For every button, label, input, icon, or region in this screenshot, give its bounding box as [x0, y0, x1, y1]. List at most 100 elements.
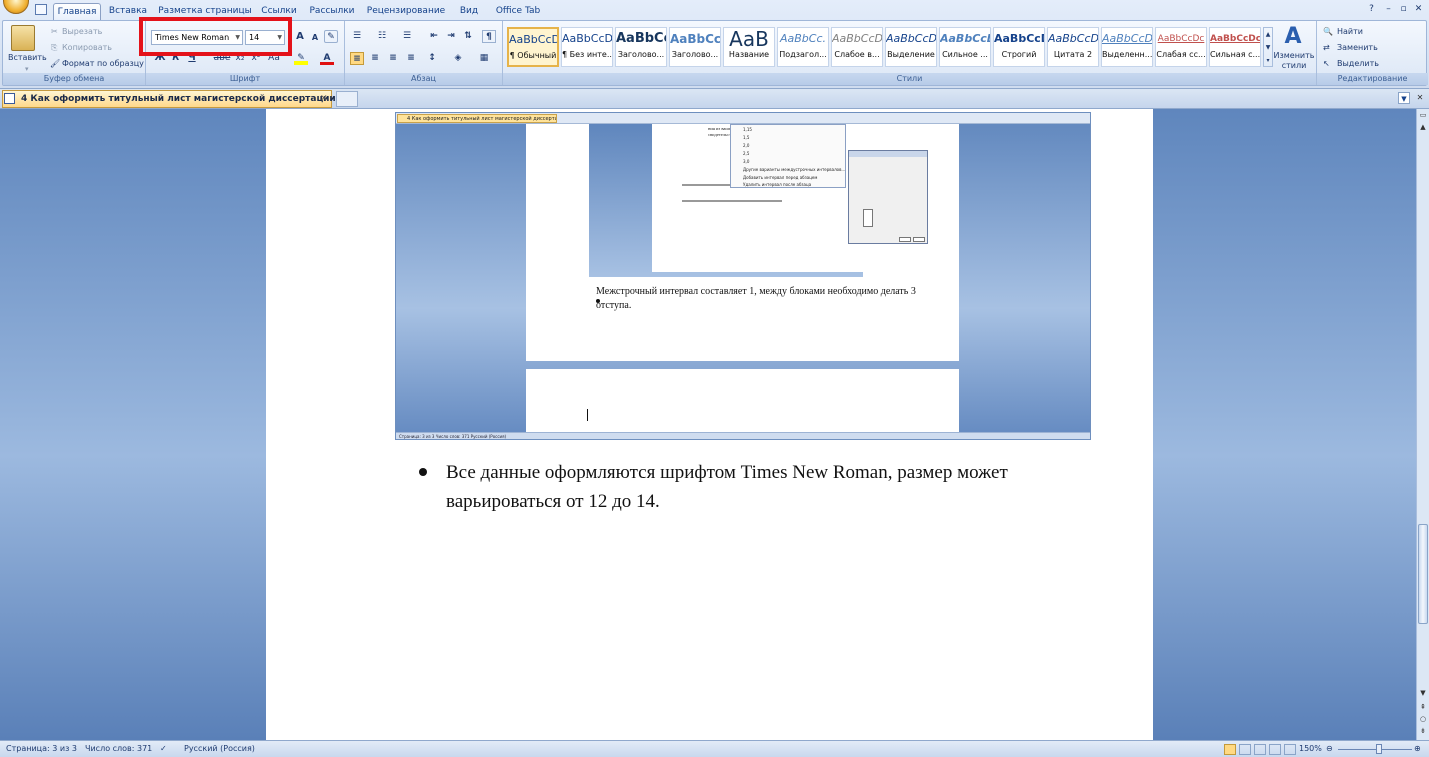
style-strong[interactable]: AaBbCcDc Строгий [993, 27, 1045, 67]
minimize-icon[interactable]: – [1383, 4, 1394, 15]
menu-item[interactable]: Другие варианты междустрочных интервалов… [743, 167, 845, 172]
style-subtle-reference[interactable]: AaBbCcDc Слабая сс... [1155, 27, 1207, 67]
help-icon[interactable]: ? [1366, 4, 1377, 15]
previous-page-icon[interactable]: ⇞ [1417, 703, 1429, 714]
document-bullet-text[interactable]: Все данные оформляются шрифтом Times New… [446, 458, 1086, 516]
outline-icon[interactable] [1269, 744, 1281, 755]
dialog-cancel-button[interactable] [913, 237, 925, 242]
paste-dropdown-icon[interactable]: ▾ [25, 65, 29, 73]
font-highlight-annotation [139, 17, 292, 56]
style-subtitle[interactable]: AaBbCc. Подзагол... [777, 27, 829, 67]
bullets-icon[interactable]: ☰ [350, 30, 364, 43]
find-button[interactable]: Найти [1337, 27, 1363, 36]
browse-object-icon[interactable]: ○ [1417, 715, 1429, 726]
zoom-slider-thumb[interactable] [1376, 744, 1382, 754]
scroll-up-icon[interactable]: ▲ [1417, 123, 1429, 134]
restore-icon[interactable]: ▫ [1398, 4, 1409, 15]
page-count[interactable]: Страница: 3 из 3 [6, 741, 77, 757]
web-layout-icon[interactable] [1254, 744, 1266, 755]
close-document-icon[interactable]: ✕ [1414, 92, 1426, 104]
font-color-button[interactable]: A [320, 52, 334, 65]
decrease-indent-icon[interactable]: ⇤ [427, 30, 441, 43]
vertical-scrollbar[interactable]: ▭ ▲ ▼ ⇞ ○ ⇟ [1416, 109, 1429, 740]
tab-office-tab[interactable]: Office Tab [490, 3, 546, 20]
tab-view[interactable]: Вид [455, 3, 483, 20]
tab-list-icon[interactable]: ▼ [1398, 92, 1410, 104]
tab-review[interactable]: Рецензирование [364, 3, 448, 20]
tab-home[interactable]: Главная [53, 3, 101, 20]
zoom-out-icon[interactable]: ⊖ [1326, 741, 1333, 757]
grow-font-button[interactable]: A [293, 30, 307, 43]
styles-scroll-icon[interactable]: ▲ ▼ ▾ [1263, 27, 1273, 67]
select-button[interactable]: Выделить [1337, 59, 1379, 68]
spellcheck-icon[interactable]: ✓ [160, 741, 167, 757]
align-center-icon[interactable]: ≡ [368, 52, 382, 65]
scroll-down-icon[interactable]: ▼ [1417, 689, 1429, 700]
zoom-level[interactable]: 150% [1299, 741, 1322, 757]
borders-icon[interactable]: ▦ [477, 52, 491, 65]
scrollbar-thumb[interactable] [1418, 524, 1428, 624]
zoom-in-icon[interactable]: ⊕ [1414, 741, 1421, 757]
style-emphasis[interactable]: AaBbCcDc Выделение [885, 27, 937, 67]
menu-item[interactable]: 2,0 [743, 143, 749, 148]
menu-item[interactable]: 3,0 [743, 159, 749, 164]
clear-format-icon[interactable]: ✎ [324, 30, 338, 43]
dialog-ok-button[interactable] [899, 237, 911, 242]
close-tab-icon[interactable]: ✕ [320, 91, 328, 108]
menu-item[interactable]: Удалить интервал после абзаца [743, 182, 811, 187]
style-intense-reference[interactable]: AaBbCcDc Сильная с... [1209, 27, 1261, 67]
line-spacing-icon[interactable]: ↕ [425, 52, 439, 65]
change-styles-icon[interactable]: A [1281, 25, 1305, 49]
style-preview: AaBbCcDc [1102, 32, 1152, 45]
close-icon[interactable]: ✕ [1413, 4, 1424, 15]
full-screen-reading-icon[interactable] [1239, 744, 1251, 755]
style-heading-1[interactable]: AaBbCc Заголово... [615, 27, 667, 67]
ruler-icon[interactable]: ▭ [1417, 111, 1429, 122]
document-tab[interactable]: 4 Как оформить титульный лист магистерск… [2, 90, 344, 108]
replace-button[interactable]: Заменить [1337, 43, 1378, 52]
draft-icon[interactable] [1284, 744, 1296, 755]
format-painter-button[interactable]: Формат по образцу [62, 59, 144, 68]
show-marks-button[interactable]: ¶ [482, 30, 496, 43]
zoom-slider[interactable] [1338, 749, 1412, 750]
style-intense-emphasis[interactable]: AaBbCcDc Сильное ... [939, 27, 991, 67]
style-title[interactable]: AaB Название [723, 27, 775, 67]
style-subtle-emphasis[interactable]: AaBbCcDc Слабое в... [831, 27, 883, 67]
word-count[interactable]: Число слов: 371 [85, 741, 152, 757]
menu-item[interactable]: 2,5 [743, 151, 749, 156]
style-quote-2[interactable]: AaBbCcDc Цитата 2 [1047, 27, 1099, 67]
align-right-icon[interactable]: ≡ [386, 52, 400, 65]
paste-button[interactable]: Вставить [8, 53, 47, 62]
save-icon[interactable] [35, 4, 47, 15]
shading-icon[interactable]: ◈ [451, 52, 465, 65]
shrink-font-button[interactable]: A [308, 31, 322, 44]
style-label: Заголово... [671, 50, 719, 59]
align-left-icon[interactable]: ≡ [350, 52, 364, 65]
new-tab-button[interactable] [336, 91, 358, 107]
increase-indent-icon[interactable]: ⇥ [444, 30, 458, 43]
print-layout-icon[interactable] [1224, 744, 1236, 755]
menu-item[interactable]: 1,15 [743, 127, 752, 132]
change-styles-button[interactable]: Изменить стили [1273, 51, 1315, 71]
justify-icon[interactable]: ≡ [404, 52, 418, 65]
highlight-icon[interactable]: ✎ [294, 52, 308, 65]
menu-item[interactable]: Добавить интервал перед абзацем [743, 175, 817, 180]
style-no-spacing[interactable]: AaBbCcDc ¶ Без инте... [561, 27, 613, 67]
styles-group-label: Стили [503, 73, 1316, 85]
style-label: Цитата 2 [1053, 50, 1093, 59]
numbering-icon[interactable]: ☷ [375, 30, 389, 43]
style-intense-quote[interactable]: AaBbCcDc Выделенн... [1101, 27, 1153, 67]
multilevel-list-icon[interactable]: ☰ [400, 30, 414, 43]
paste-icon[interactable] [11, 25, 35, 51]
menu-item[interactable]: 1,5 [743, 135, 749, 140]
language[interactable]: Русский (Россия) [184, 741, 255, 757]
tab-mailings[interactable]: Рассылки [307, 3, 357, 20]
paragraph-group: ☰ ☷ ☰ ⇤ ⇥ ⇅ ¶ ≡ ≡ ≡ ≡ ↕ ◈ ▦ Абзац [345, 21, 503, 85]
style-heading-2[interactable]: AaBbCc Заголово... [669, 27, 721, 67]
copy-button[interactable]: Копировать [62, 43, 112, 52]
cut-button[interactable]: Вырезать [62, 27, 102, 36]
style-normal[interactable]: AaBbCcDc ¶ Обычный [507, 27, 559, 67]
office-button[interactable] [3, 0, 29, 14]
next-page-icon[interactable]: ⇟ [1417, 727, 1429, 738]
sort-icon[interactable]: ⇅ [461, 30, 475, 43]
